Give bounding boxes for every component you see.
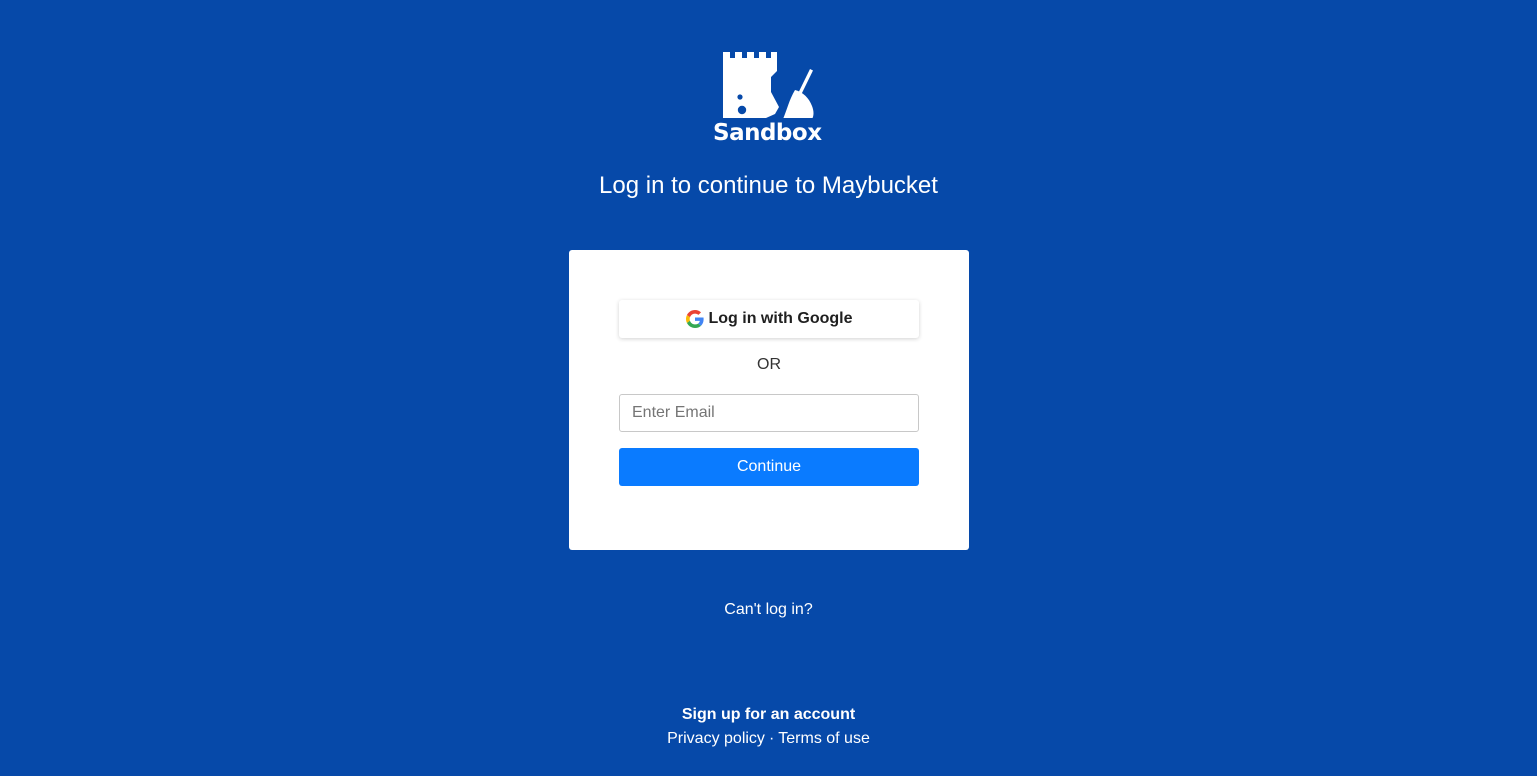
brand-name: Sandbox — [713, 120, 822, 146]
terms-of-use-link[interactable]: Terms of use — [778, 730, 870, 747]
login-card: Log in with Google OR Continue — [569, 250, 969, 550]
email-input[interactable] — [619, 394, 919, 432]
cant-login-section: Can't log in? — [0, 600, 1537, 620]
sandbox-logo: Sandbox — [713, 50, 822, 148]
page-title: Log in to continue to Maybucket — [599, 172, 938, 199]
cant-login-link[interactable]: Can't log in? — [724, 601, 812, 618]
or-divider: OR — [757, 356, 781, 373]
signup-link[interactable]: Sign up for an account — [682, 706, 855, 723]
signup-section: Sign up for an account — [0, 705, 1537, 725]
privacy-policy-link[interactable]: Privacy policy — [667, 730, 765, 747]
continue-button[interactable]: Continue — [619, 448, 919, 486]
google-login-label: Log in with Google — [708, 310, 853, 327]
google-g-icon — [685, 310, 704, 328]
footer-links: Privacy policy · Terms of use — [0, 729, 1537, 749]
google-login-button[interactable]: Log in with Google — [619, 300, 919, 338]
footer-separator: · — [768, 730, 775, 747]
castle-broom-icon — [723, 52, 814, 118]
